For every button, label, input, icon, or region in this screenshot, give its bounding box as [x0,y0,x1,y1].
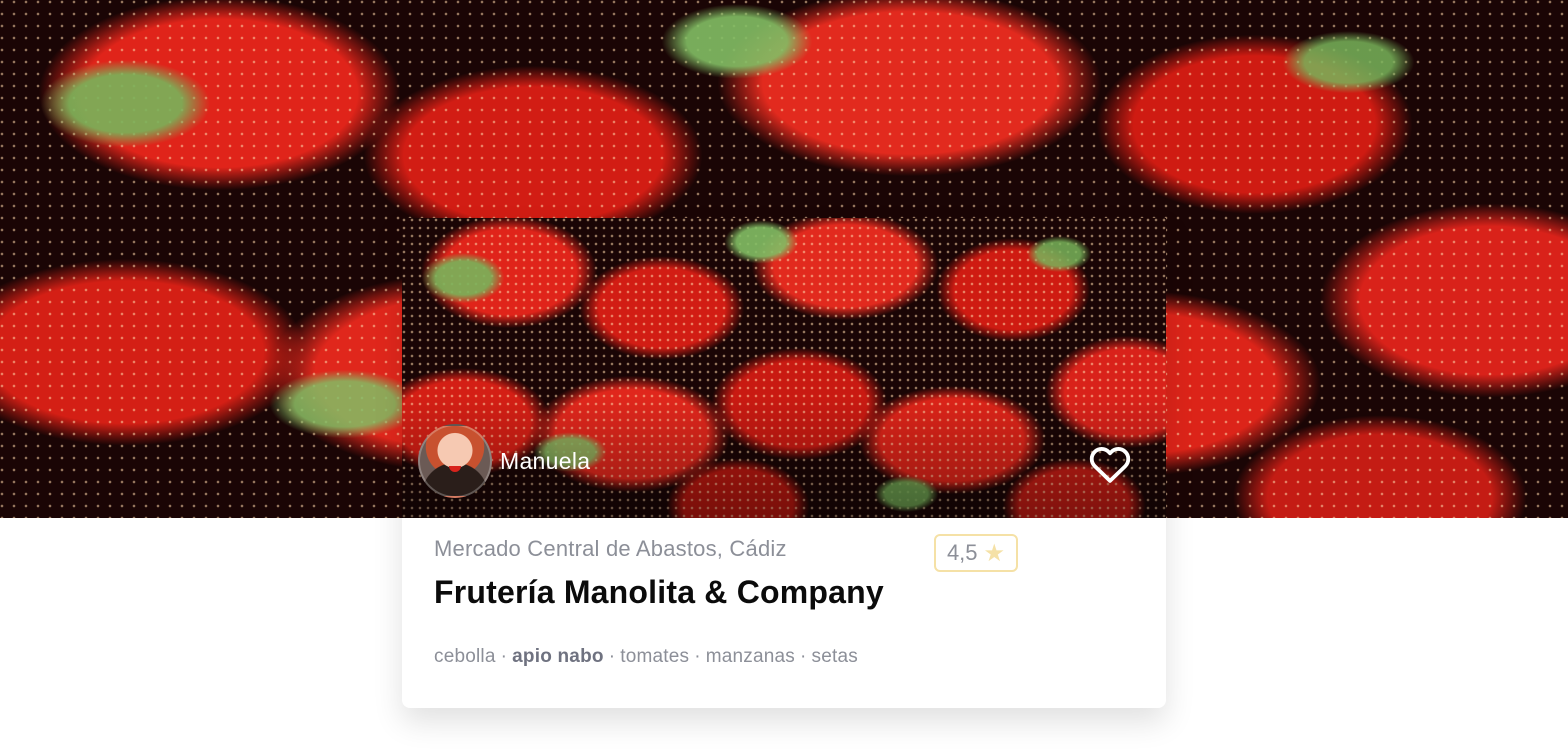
product-tag[interactable]: apio nabo [512,646,604,667]
product-tag[interactable]: cebolla [434,646,496,667]
product-tags: cebolla · apio nabo · tomates · manzanas · setas [434,646,858,668]
shop-owner[interactable]: Manuela [418,424,590,498]
rating-value: 4,5 [946,540,978,565]
tag-separator: · [500,646,508,667]
rating-badge: 4,5 ★ [934,534,1018,572]
product-tag[interactable]: setas [812,646,858,667]
shop-card[interactable]: Manuela Mercado Central de Abastos, Cádi… [402,218,1166,708]
product-tag[interactable]: tomates [620,646,689,667]
owner-name[interactable]: Manuela [500,448,590,475]
tag-separator: · [608,646,616,667]
shop-card-image[interactable]: Manuela [402,218,1166,518]
shop-location: Mercado Central de Abastos, Cádiz [434,536,787,561]
tag-separator: · [800,646,807,667]
avatar[interactable] [418,424,492,498]
heart-icon[interactable] [1088,444,1132,484]
shop-title[interactable]: Frutería Manolita & Company [434,574,884,611]
star-icon: ★ [983,539,1006,567]
product-tag[interactable]: manzanas [706,646,795,667]
tag-separator: · [694,646,701,667]
